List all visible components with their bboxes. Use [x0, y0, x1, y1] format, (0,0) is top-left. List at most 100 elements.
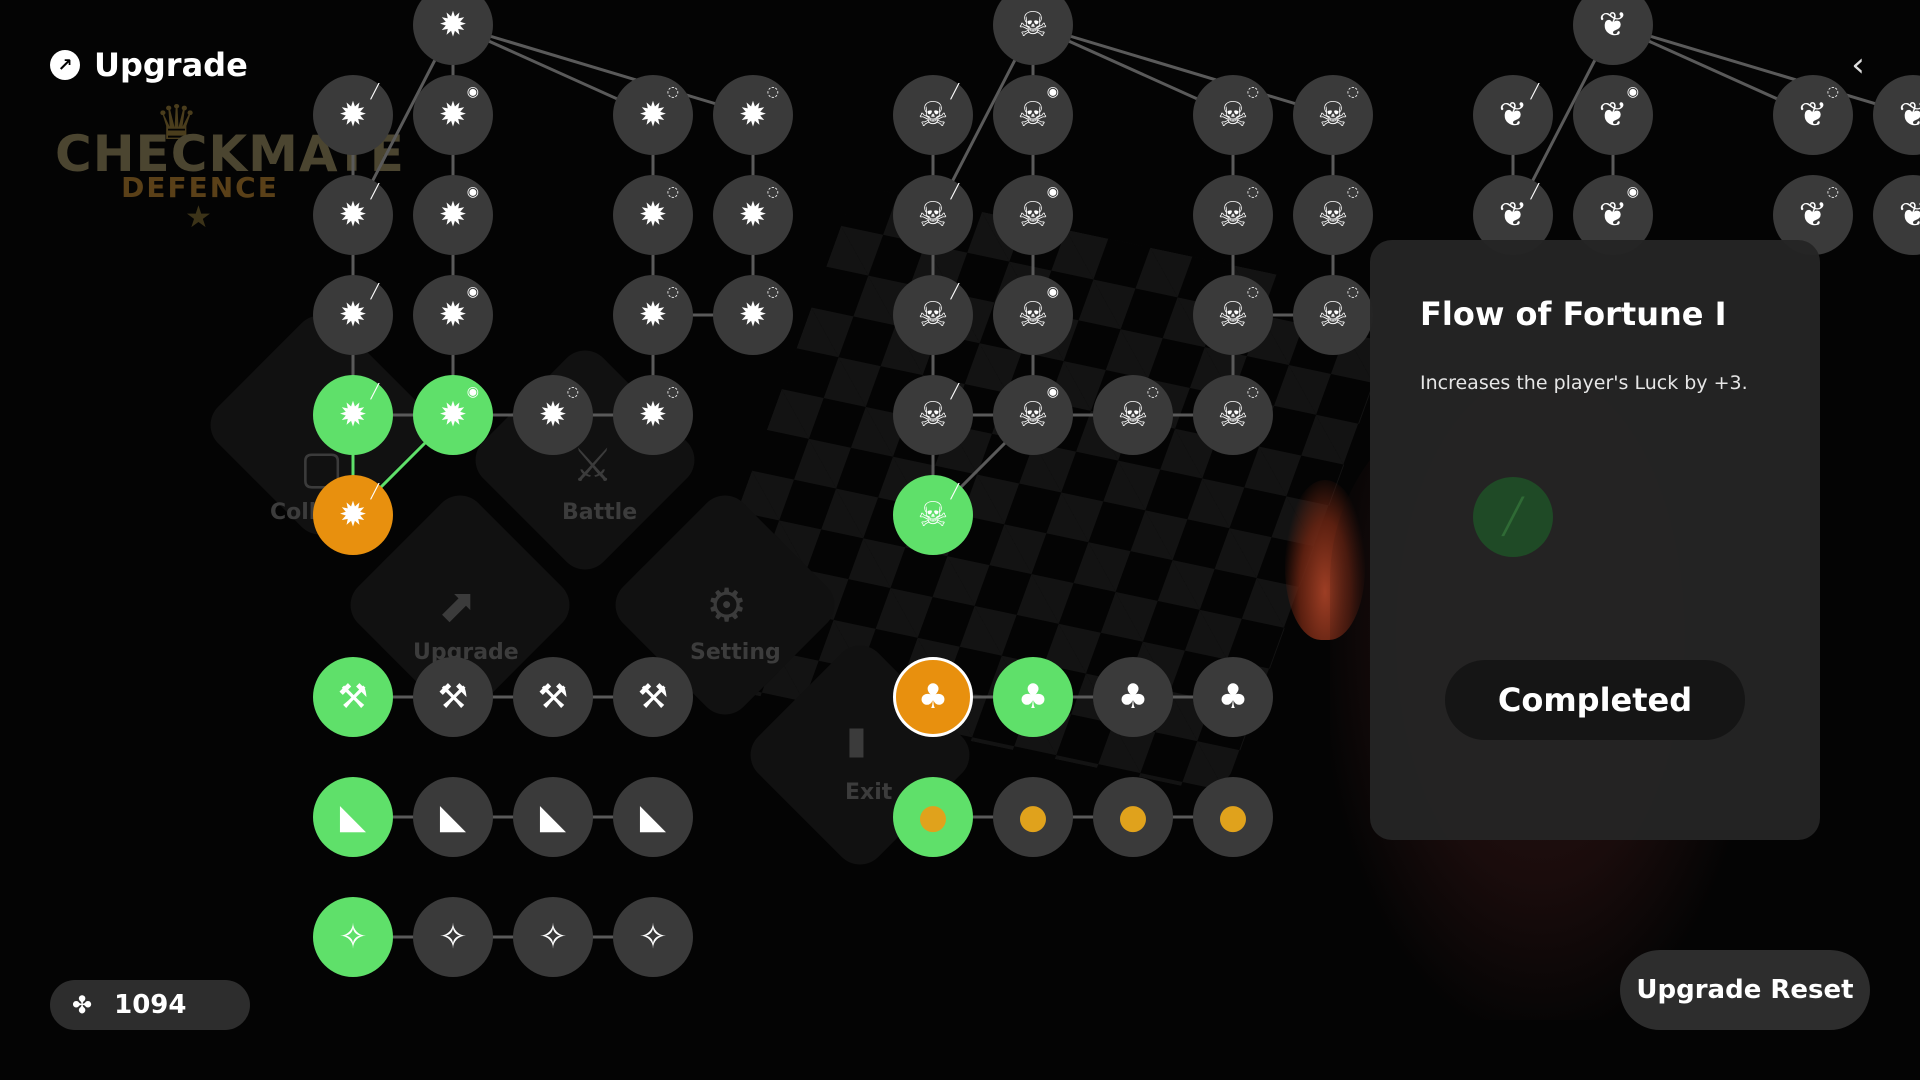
magic-skill-node-completed[interactable]: ✧ [313, 897, 393, 977]
target-badge-icon: ◌ [666, 84, 679, 100]
sword-badge-icon: ╱ [950, 384, 959, 400]
skull-skill-node[interactable]: ☠ ◌ [1193, 375, 1273, 455]
skull-skill-node[interactable]: ☠ ◉ [993, 175, 1073, 255]
magic-skill-node[interactable]: ✧ [413, 897, 493, 977]
flame-skill-node[interactable]: ✹ ╱ [313, 275, 393, 355]
flame-skill-node-unlockable[interactable]: ✹ ╱ [313, 475, 393, 555]
flame-skill-node[interactable]: ✹ ◉ [413, 275, 493, 355]
horned-skull-icon: ☠ [1217, 95, 1249, 135]
magic-skill-node[interactable]: ✧ [513, 897, 593, 977]
flame-skill-node[interactable]: ✹ ◌ [613, 175, 693, 255]
winged-emblem-icon: ❦ [1598, 95, 1628, 135]
upgrade-reset-button[interactable]: Upgrade Reset [1620, 950, 1870, 1030]
target-badge-icon: ◌ [1246, 84, 1259, 100]
strength-skill-node-completed[interactable]: ⚒ [313, 657, 393, 737]
strength-skill-node[interactable]: ⚒ [613, 657, 693, 737]
skull-skill-node[interactable]: ☠ ╱ [893, 75, 973, 155]
skull-skill-node[interactable]: ☠ ◌ [1193, 175, 1273, 255]
winged-emblem-icon: ❦ [1798, 95, 1828, 135]
luck-skill-node-completed[interactable]: ♣ [993, 657, 1073, 737]
flame-skill-node[interactable]: ✹ ◌ [713, 75, 793, 155]
flame-skill-node[interactable]: ✹ ╱ [313, 175, 393, 255]
coin-skill-node[interactable]: ● [1193, 777, 1273, 857]
skull-skill-node[interactable]: ☠ ◉ [993, 275, 1073, 355]
skull-skill-node[interactable]: ☠ ◌ [1293, 175, 1373, 255]
flame-skill-node[interactable]: ✹ ◌ [713, 275, 793, 355]
winged-emblem-icon: ❦ [1798, 195, 1828, 235]
horned-skull-icon: ☠ [1317, 95, 1349, 135]
dumbbell-icon: ⚒ [337, 677, 369, 717]
horned-skull-icon: ☠ [1217, 195, 1249, 235]
speed-skill-node[interactable]: ◣ [613, 777, 693, 857]
skull-skill-node[interactable]: ☠ ◌ [1293, 75, 1373, 155]
speed-skill-node[interactable]: ◣ [513, 777, 593, 857]
dash-badge-icon: ◉ [466, 384, 479, 400]
horned-skull-icon: ☠ [1017, 195, 1049, 235]
dash-badge-icon: ◉ [466, 284, 479, 300]
flame-skill-node-completed[interactable]: ✹ ╱ [313, 375, 393, 455]
puzzle-piece-icon: ✤ [72, 991, 93, 1019]
flame-skill-node[interactable]: ✹ ◉ [413, 75, 493, 155]
dash-badge-icon: ◉ [1626, 184, 1639, 200]
flame-skill-node[interactable]: ✹ ╱ [313, 75, 393, 155]
winged-emblem-icon: ❦ [1498, 195, 1528, 235]
wing-skill-node[interactable]: ❦ ╱ [1473, 75, 1553, 155]
speed-skill-node-completed[interactable]: ◣ [313, 777, 393, 857]
luck-skill-node[interactable]: ♣ [1193, 657, 1273, 737]
flame-burst-icon: ✹ [738, 95, 768, 135]
sword-badge-icon: ╱ [1530, 184, 1539, 200]
flame-skill-node[interactable]: ✹ ◌ [613, 375, 693, 455]
target-badge-icon: ◌ [1346, 184, 1359, 200]
skull-skill-node[interactable]: ☠ ◌ [1193, 75, 1273, 155]
flame-burst-icon: ✹ [638, 195, 668, 235]
flame-burst-icon: ✹ [338, 95, 368, 135]
flame-skill-node-completed[interactable]: ✹ ◉ [413, 375, 493, 455]
dash-badge-icon: ◉ [1046, 84, 1059, 100]
coin-skill-node[interactable]: ● [993, 777, 1073, 857]
flame-burst-icon: ✹ [638, 295, 668, 335]
skull-skill-node-completed[interactable]: ☠ ╱ [893, 475, 973, 555]
speed-skill-node[interactable]: ◣ [413, 777, 493, 857]
skull-skill-node[interactable]: ☠ ◉ [993, 75, 1073, 155]
skull-skill-node[interactable]: ☠ ◌ [1293, 275, 1373, 355]
strength-skill-node[interactable]: ⚒ [513, 657, 593, 737]
coin-skill-node[interactable]: ● [1093, 777, 1173, 857]
target-badge-icon: ◌ [1346, 284, 1359, 300]
skull-skill-node[interactable]: ☠ ╱ [893, 175, 973, 255]
wing-skill-node[interactable]: ❦ ◉ [1573, 75, 1653, 155]
luck-skill-node[interactable]: ♣ [1093, 657, 1173, 737]
strength-skill-node[interactable]: ⚒ [413, 657, 493, 737]
horned-skull-icon: ☠ [1017, 5, 1049, 45]
skull-skill-node[interactable]: ☠ ╱ [893, 375, 973, 455]
flame-burst-icon: ✹ [438, 195, 468, 235]
target-badge-icon: ◌ [766, 184, 779, 200]
flame-skill-node[interactable]: ✹ ◌ [713, 175, 793, 255]
magic-wand-icon: ✧ [438, 917, 468, 957]
wing-skill-node[interactable]: ❦ ◌ [1773, 75, 1853, 155]
target-badge-icon: ◌ [1826, 184, 1839, 200]
sneaker-icon: ◣ [339, 797, 367, 837]
flame-skill-node[interactable]: ✹ ◉ [413, 175, 493, 255]
coin-icon: ● [1018, 797, 1048, 837]
horned-skull-icon: ☠ [1017, 95, 1049, 135]
skull-skill-node[interactable]: ☠ ◌ [1193, 275, 1273, 355]
sword-badge-icon: ╱ [950, 484, 959, 500]
flame-skill-node[interactable]: ✹ ◌ [513, 375, 593, 455]
coin-skill-node-completed[interactable]: ● [893, 777, 973, 857]
completed-status-button[interactable]: Completed [1445, 660, 1745, 740]
flame-burst-icon: ✹ [438, 5, 468, 45]
dash-badge-icon: ◉ [1626, 84, 1639, 100]
clover-icon: ♣ [917, 677, 949, 717]
luck-skill-node-selected[interactable]: ♣ [893, 657, 973, 737]
skull-skill-node[interactable]: ☠ ╱ [893, 275, 973, 355]
target-badge-icon: ◌ [666, 384, 679, 400]
sneaker-icon: ◣ [639, 797, 667, 837]
target-badge-icon: ◌ [666, 184, 679, 200]
sword-badge-icon: ╱ [1502, 497, 1524, 537]
skull-skill-node[interactable]: ☠ ◌ [1093, 375, 1173, 455]
skull-skill-node[interactable]: ☠ ◉ [993, 375, 1073, 455]
flame-skill-node[interactable]: ✹ ◌ [613, 75, 693, 155]
horned-skull-icon: ☠ [917, 395, 949, 435]
magic-skill-node[interactable]: ✧ [613, 897, 693, 977]
flame-skill-node[interactable]: ✹ ◌ [613, 275, 693, 355]
